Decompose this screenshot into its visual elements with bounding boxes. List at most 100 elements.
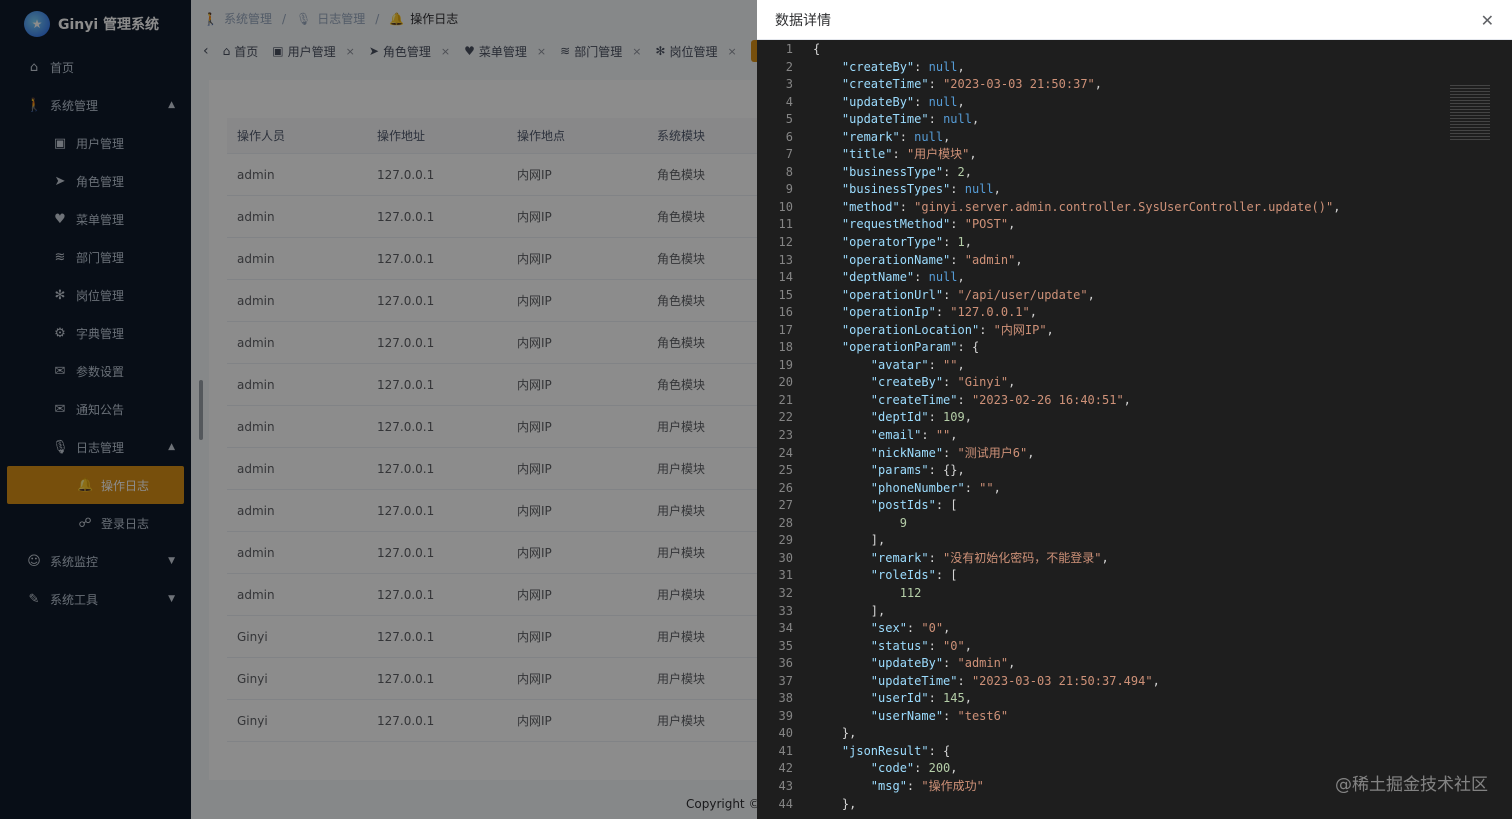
code-line: 14 "deptName": null, xyxy=(757,269,1512,287)
code-text: { xyxy=(813,42,821,56)
app-root: ★ Ginyi 管理系统 ⌂ 首页 🚶 系统管理 ▲ ▣ 用户管理 ➤ 角色管理 ♥ 菜单管理 ≋ 部门… xyxy=(0,0,1512,819)
code-text: }, xyxy=(813,726,857,741)
code-line: 40 }, xyxy=(757,725,1512,743)
code-text: "operationUrl": "/api/user/update", xyxy=(841,287,1095,302)
line-number: 13 xyxy=(778,252,793,267)
code-text: "remark": null, xyxy=(841,129,951,144)
line-number: 9 xyxy=(785,182,793,197)
code-text: "email": "", xyxy=(870,428,958,443)
line-number: 10 xyxy=(778,199,793,214)
code-line: 11 "requestMethod": "POST", xyxy=(757,216,1512,234)
code-text: "userName": "test6" xyxy=(870,708,1009,723)
line-number: 15 xyxy=(778,287,793,302)
code-text: "postIds": [ xyxy=(870,498,958,513)
watermark: @稀土掘金技术社区 xyxy=(1335,775,1488,795)
line-number: 24 xyxy=(778,445,793,460)
line-number: 23 xyxy=(778,428,793,443)
code-text: "createTime": "2023-02-26 16:40:51", xyxy=(870,392,1131,407)
minimap[interactable] xyxy=(1450,85,1490,140)
code-text: "operationIp": "127.0.0.1", xyxy=(841,305,1037,320)
detail-drawer: 数据详情 ✕ 1{2 "createBy": null, 3 "createTim… xyxy=(757,0,1512,819)
code-line: 8 "businessType": 2, xyxy=(757,164,1512,182)
code-line: 41 "jsonResult": { xyxy=(757,743,1512,761)
line-number: 35 xyxy=(778,638,793,653)
code-text: "createBy": "Ginyi", xyxy=(870,375,1016,390)
code-text: 9 xyxy=(899,515,907,530)
code-line: 24 "nickName": "测试用户6", xyxy=(757,445,1512,463)
code-line: 32 112 xyxy=(757,585,1512,603)
code-text: "deptId": 109, xyxy=(870,410,972,425)
line-number: 29 xyxy=(778,533,793,548)
code-line: 23 "email": "", xyxy=(757,427,1512,445)
code-line: 6 "remark": null, xyxy=(757,129,1512,147)
code-line: 2 "createBy": null, xyxy=(757,59,1512,77)
code-line: 30 "remark": "没有初始化密码，不能登录", xyxy=(757,550,1512,568)
line-number: 2 xyxy=(785,59,793,74)
code-line: 15 "operationUrl": "/api/user/update", xyxy=(757,287,1512,305)
line-number: 8 xyxy=(785,164,793,179)
code-text: "code": 200, xyxy=(870,761,958,776)
code-text: "roleIds": [ xyxy=(870,568,958,583)
code-text: "avatar": "", xyxy=(870,357,965,372)
code-text: "deptName": null, xyxy=(841,270,965,285)
code-text: "businessTypes": null, xyxy=(841,182,1001,197)
code-line: 39 "userName": "test6" xyxy=(757,708,1512,726)
line-number: 5 xyxy=(785,112,793,127)
code-text: "jsonResult": { xyxy=(841,743,951,758)
code-line: 10 "method": "ginyi.server.admin.control… xyxy=(757,199,1512,217)
line-number: 33 xyxy=(778,603,793,618)
code-text: "title": "用户模块", xyxy=(841,147,977,162)
code-text: "phoneNumber": "", xyxy=(870,480,1001,495)
code-text: "createBy": null, xyxy=(841,59,965,74)
code-text: "operatorType": 1, xyxy=(841,235,972,250)
modal-overlay[interactable] xyxy=(0,0,757,819)
line-number: 27 xyxy=(778,498,793,513)
code-text: "operationLocation": "内网IP", xyxy=(841,322,1054,337)
code-text: "updateTime": null, xyxy=(841,112,980,127)
line-number: 26 xyxy=(778,480,793,495)
code-text: "msg": "操作成功" xyxy=(870,778,984,793)
code-line: 21 "createTime": "2023-02-26 16:40:51", xyxy=(757,392,1512,410)
line-number: 14 xyxy=(778,270,793,285)
line-number: 22 xyxy=(778,410,793,425)
line-number: 1 xyxy=(785,42,793,56)
drawer-header: 数据详情 ✕ xyxy=(757,0,1512,40)
code-line: 28 9 xyxy=(757,515,1512,533)
code-text: "updateTime": "2023-03-03 21:50:37.494", xyxy=(870,673,1160,688)
code-line: 18 "operationParam": { xyxy=(757,339,1512,357)
line-number: 4 xyxy=(785,94,793,109)
line-number: 41 xyxy=(778,743,793,758)
code-text: }, xyxy=(813,796,857,811)
code-line: 17 "operationLocation": "内网IP", xyxy=(757,322,1512,340)
code-line: 9 "businessTypes": null, xyxy=(757,181,1512,199)
line-number: 34 xyxy=(778,621,793,636)
line-number: 12 xyxy=(778,235,793,250)
line-number: 11 xyxy=(778,217,793,232)
code-text: "userId": 145, xyxy=(870,691,972,706)
code-text: "updateBy": "admin", xyxy=(870,656,1016,671)
code-line: 25 "params": {}, xyxy=(757,462,1512,480)
drawer-title: 数据详情 xyxy=(775,12,831,29)
code-line: 37 "updateTime": "2023-03-03 21:50:37.49… xyxy=(757,673,1512,691)
code-line: 29 ], xyxy=(757,532,1512,550)
line-number: 20 xyxy=(778,375,793,390)
line-number: 38 xyxy=(778,691,793,706)
line-number: 16 xyxy=(778,305,793,320)
code-line: 44 }, xyxy=(757,796,1512,814)
code-text: "operationParam": { xyxy=(841,340,980,355)
json-editor[interactable]: 1{2 "createBy": null, 3 "createTime": "20… xyxy=(757,41,1512,819)
code-line: 26 "phoneNumber": "", xyxy=(757,480,1512,498)
line-number: 21 xyxy=(778,392,793,407)
code-line: 5 "updateTime": null, xyxy=(757,111,1512,129)
code-text: 112 xyxy=(899,585,922,600)
line-number: 43 xyxy=(778,778,793,793)
code-line: 22 "deptId": 109, xyxy=(757,409,1512,427)
code-text: "updateBy": null, xyxy=(841,94,965,109)
line-number: 6 xyxy=(785,129,793,144)
close-icon[interactable]: ✕ xyxy=(1481,11,1494,30)
code-text: "method": "ginyi.server.admin.controller… xyxy=(841,199,1341,214)
line-number: 44 xyxy=(778,796,793,811)
code-text: "params": {}, xyxy=(870,463,965,478)
code-text: "status": "0", xyxy=(870,638,972,653)
code-text: ], xyxy=(813,533,886,548)
